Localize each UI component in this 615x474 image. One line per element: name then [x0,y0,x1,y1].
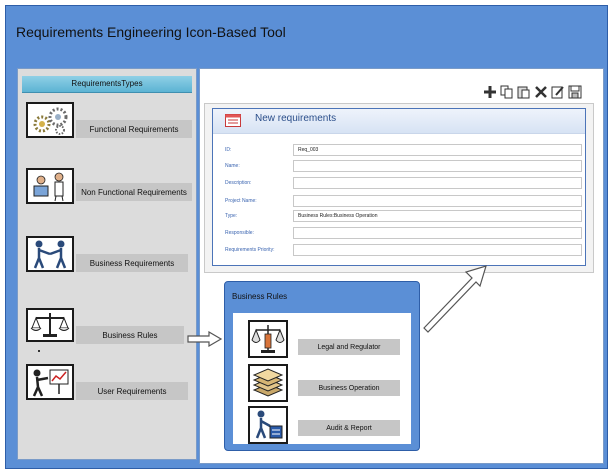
priority-field[interactable] [293,244,582,256]
auditor-icon[interactable] [248,406,288,444]
paste-icon[interactable] [517,84,531,100]
type-field[interactable]: Business Rules:Business Operation [293,210,582,222]
copy-icon[interactable] [500,84,514,100]
description-field[interactable] [293,177,582,189]
save-icon[interactable] [568,84,582,100]
form-row-name: Name: [213,160,585,174]
project-name-label: Project Name: [225,198,257,204]
requirements-types-header: RequirementsTypes [22,76,192,93]
toolbar [483,84,582,100]
responsible-label: Responsible: [225,230,254,236]
documents-stack-icon[interactable] [248,364,288,402]
sidebar-item-user-requirements[interactable]: User Requirements [76,382,188,400]
type-label: Type: [225,213,238,219]
sidebar-item-business-rules[interactable]: Business Rules [76,326,184,344]
new-requirement-form: New requirements ID: Req_003 Name: Descr… [212,108,586,266]
id-field[interactable]: Req_003 [293,144,582,156]
priority-label: Requirements Priority: [225,247,275,253]
form-row-type: Type: Business Rules:Business Operation [213,210,585,224]
project-name-field[interactable] [293,195,582,207]
id-label: ID: [225,147,232,153]
business-rule-audit-and-report[interactable]: Audit & Report [298,420,400,436]
responsible-field[interactable] [293,227,582,239]
separator-dot [38,350,40,352]
name-field[interactable] [293,160,582,172]
form-row-priority: Requirements Priority: [213,244,585,258]
add-icon[interactable] [483,84,497,100]
form-row-project-name: Project Name: [213,195,585,209]
form-row-id: ID: Req_003 [213,144,585,158]
edit-icon[interactable] [551,84,565,100]
scales-icon[interactable] [26,308,74,342]
workers-icon[interactable] [26,168,74,204]
app-title: Requirements Engineering Icon-Based Tool [16,24,286,40]
sidebar-item-business-requirements[interactable]: Business Requirements [76,254,188,272]
name-label: Name: [225,163,240,169]
form-title: New requirements [255,113,337,124]
form-row-responsible: Responsible: [213,227,585,241]
sidebar-item-non-functional-requirements[interactable]: Non Functional Requirements [76,183,192,201]
arrow-to-business-rules-icon [187,330,223,352]
form-header: New requirements [213,109,585,134]
form-icon [225,114,241,127]
gears-icon[interactable] [26,102,74,138]
description-label: Description: [225,180,252,186]
sidebar-item-functional-requirements[interactable]: Functional Requirements [76,120,192,138]
law-icon[interactable] [248,320,288,358]
arrow-to-form-icon [420,262,490,339]
business-rule-legal-and-regulator[interactable]: Legal and Regulator [298,339,400,355]
business-rule-business-operation[interactable]: Business Operation [298,380,400,396]
delete-icon[interactable] [534,84,548,100]
form-row-description: Description: [213,177,585,191]
user-chart-icon[interactable] [26,364,74,400]
handshake-icon[interactable] [26,236,74,272]
business-rules-title: Business Rules [232,292,288,301]
